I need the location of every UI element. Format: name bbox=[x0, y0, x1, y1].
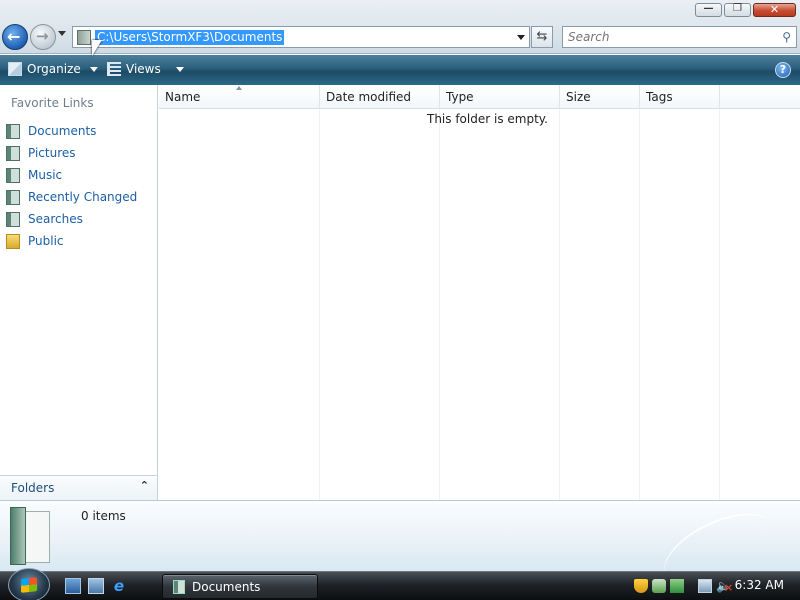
command-bar: Organize Views ? bbox=[0, 55, 800, 85]
search-input[interactable] bbox=[563, 27, 763, 47]
column-header-date-modified[interactable]: Date modified bbox=[320, 85, 440, 109]
favorite-links-list: Documents Pictures Music Recently Change… bbox=[6, 120, 137, 252]
column-header-type[interactable]: Type bbox=[440, 85, 560, 109]
folder-icon bbox=[77, 30, 91, 45]
documents-folder-icon bbox=[10, 507, 50, 565]
empty-folder-message: This folder is empty. bbox=[427, 112, 548, 126]
network-icon[interactable] bbox=[698, 579, 712, 593]
favorite-link-label: Searches bbox=[28, 212, 83, 226]
column-divider bbox=[719, 109, 720, 500]
address-dropdown-icon[interactable] bbox=[517, 35, 525, 40]
details-pane: 0 items bbox=[0, 500, 800, 571]
decorative-swoosh bbox=[652, 501, 788, 571]
favorite-link-documents[interactable]: Documents bbox=[6, 120, 137, 142]
title-bar: — ❐ ✕ C:\Users\StormXF3\Documents ⇆ ⚲ bbox=[0, 0, 800, 54]
favorite-link-label: Documents bbox=[28, 124, 97, 138]
favorite-link-label: Recently Changed bbox=[28, 190, 138, 204]
clock[interactable]: 6:32 AM bbox=[735, 578, 784, 592]
music-icon bbox=[6, 167, 20, 183]
navigation-pane: Favorite Links Documents Pictures Music … bbox=[0, 85, 158, 500]
column-divider bbox=[639, 109, 640, 500]
chevron-down-icon[interactable] bbox=[175, 66, 184, 72]
taskbar-button-documents[interactable]: Documents bbox=[162, 574, 318, 599]
windows-logo-icon bbox=[21, 577, 37, 593]
column-header-label: Name bbox=[165, 90, 201, 104]
address-path[interactable]: C:\Users\StormXF3\Documents bbox=[95, 30, 285, 45]
recent-pages-dropdown-icon[interactable] bbox=[58, 31, 66, 36]
maximize-icon: ❐ bbox=[733, 3, 742, 14]
window-controls: — ❐ ✕ bbox=[695, 3, 796, 17]
show-desktop-icon[interactable] bbox=[65, 578, 81, 594]
column-header-tags[interactable]: Tags bbox=[640, 85, 720, 109]
column-header-size[interactable]: Size bbox=[560, 85, 640, 109]
recently-changed-icon bbox=[6, 189, 20, 205]
volume-muted-icon[interactable]: 🔈 bbox=[716, 579, 733, 595]
organize-label: Organize bbox=[27, 62, 81, 76]
internet-explorer-icon[interactable]: e bbox=[111, 578, 127, 594]
column-divider bbox=[319, 109, 320, 500]
chevron-up-icon: ⌃ bbox=[139, 479, 149, 492]
column-header-label: Size bbox=[566, 90, 591, 104]
column-divider bbox=[559, 109, 560, 500]
close-button[interactable]: ✕ bbox=[753, 3, 796, 17]
favorite-link-pictures[interactable]: Pictures bbox=[6, 142, 137, 164]
windows-defender-icon[interactable] bbox=[652, 579, 666, 593]
organize-icon bbox=[8, 62, 22, 76]
start-button[interactable] bbox=[8, 568, 50, 600]
taskbar: e Documents 🔈 6:32 AM bbox=[0, 568, 800, 600]
public-folder-icon bbox=[6, 233, 20, 249]
sort-ascending-icon bbox=[236, 86, 242, 90]
column-header-row: Name Date modified Type Size Tags bbox=[159, 85, 800, 109]
switch-windows-icon[interactable] bbox=[88, 578, 104, 594]
favorite-link-label: Music bbox=[28, 168, 63, 182]
maximize-button[interactable]: ❐ bbox=[724, 3, 751, 17]
column-header-label: Tags bbox=[646, 90, 673, 104]
documents-icon bbox=[6, 123, 20, 139]
address-bar[interactable]: C:\Users\StormXF3\Documents bbox=[72, 26, 530, 48]
favorite-link-label: Pictures bbox=[28, 146, 76, 160]
taskbar-button-label: Documents bbox=[192, 580, 261, 594]
security-shield-icon[interactable] bbox=[634, 579, 648, 593]
back-button[interactable] bbox=[2, 24, 28, 50]
refresh-button[interactable]: ⇆ bbox=[531, 26, 553, 48]
views-icon bbox=[107, 62, 121, 76]
search-box[interactable]: ⚲ bbox=[562, 26, 797, 48]
favorite-link-public[interactable]: Public bbox=[6, 230, 137, 252]
help-button[interactable]: ? bbox=[775, 62, 791, 78]
column-header-label: Date modified bbox=[326, 90, 412, 104]
favorite-link-label: Public bbox=[28, 234, 64, 248]
folder-icon bbox=[173, 580, 185, 594]
chevron-down-icon bbox=[89, 66, 98, 72]
minimize-icon: — bbox=[703, 3, 714, 14]
item-count: 0 items bbox=[81, 509, 126, 523]
searches-icon bbox=[6, 211, 20, 227]
favorite-link-searches[interactable]: Searches bbox=[6, 208, 137, 230]
forward-button[interactable] bbox=[30, 24, 56, 50]
column-divider bbox=[439, 109, 440, 500]
folders-toggle[interactable]: Folders ⌃ bbox=[0, 475, 157, 500]
views-button[interactable]: Views bbox=[107, 62, 184, 76]
search-icon[interactable]: ⚲ bbox=[782, 30, 791, 44]
column-header-name[interactable]: Name bbox=[159, 85, 320, 109]
windows-security-center-icon[interactable] bbox=[670, 579, 684, 593]
favorite-links-heading: Favorite Links bbox=[11, 96, 94, 110]
close-icon: ✕ bbox=[769, 3, 780, 16]
favorite-link-music[interactable]: Music bbox=[6, 164, 137, 186]
views-label: Views bbox=[126, 62, 161, 76]
file-list[interactable]: Name Date modified Type Size Tags This f… bbox=[159, 85, 800, 500]
minimize-button[interactable]: — bbox=[695, 3, 722, 17]
organize-button[interactable]: Organize bbox=[8, 62, 98, 76]
folders-label: Folders bbox=[11, 481, 55, 495]
column-header-label: Type bbox=[446, 90, 474, 104]
mouse-cursor-icon bbox=[92, 40, 102, 56]
favorite-link-recently-changed[interactable]: Recently Changed bbox=[6, 186, 137, 208]
pictures-icon bbox=[6, 145, 20, 161]
